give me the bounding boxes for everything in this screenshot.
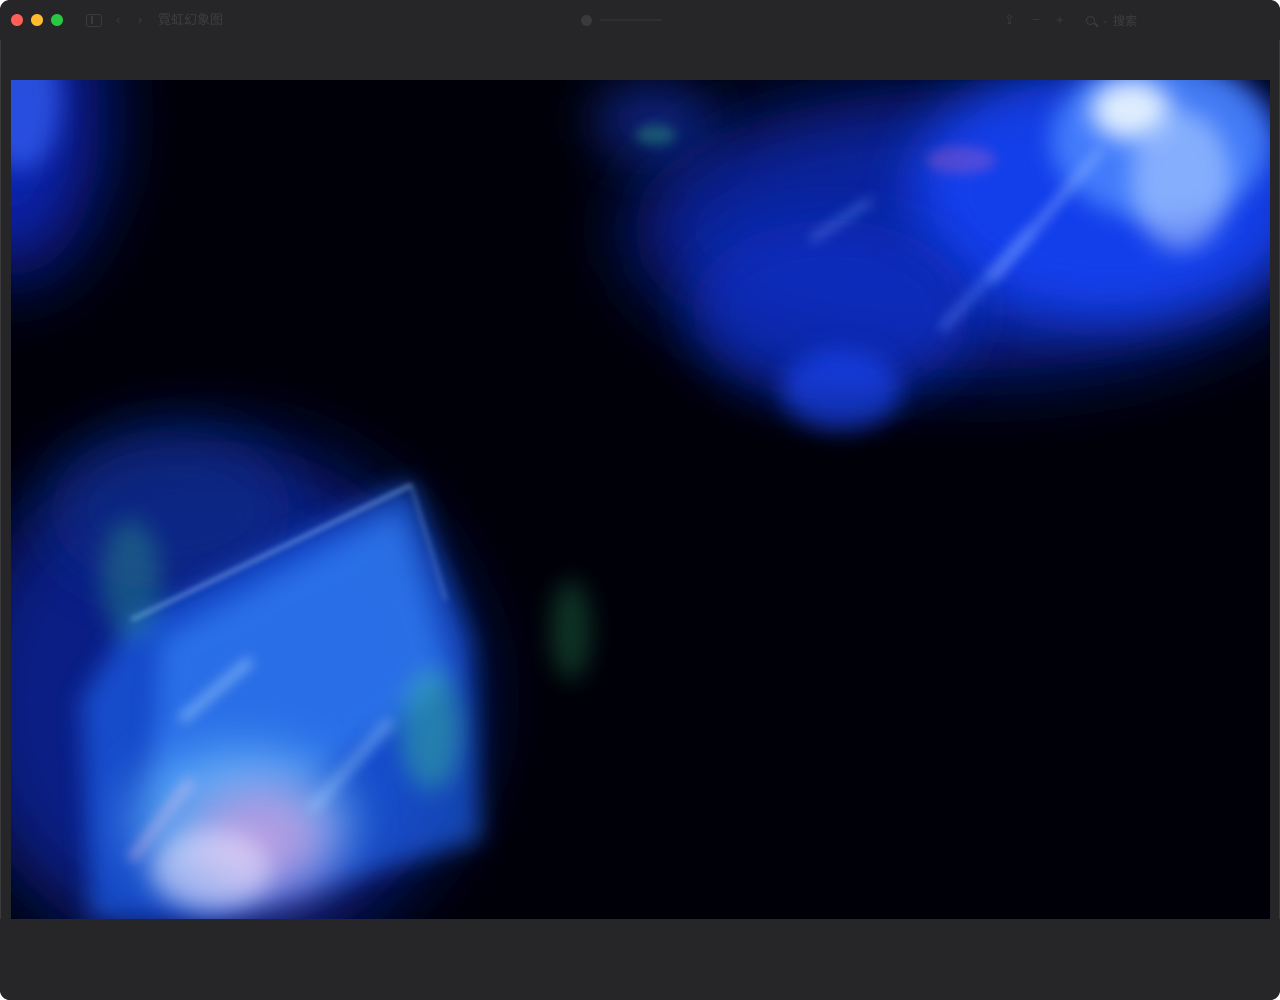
search-icon <box>1086 15 1095 25</box>
window-bottom-area <box>0 919 1280 1000</box>
search-label: 搜索 <box>1113 13 1138 28</box>
displayed-image <box>11 80 1270 919</box>
zoom-in-icon[interactable]: + <box>1056 12 1064 28</box>
record-dot-icon[interactable] <box>581 15 592 26</box>
close-window-button[interactable] <box>11 14 23 26</box>
preview-window: ‹ › 霓虹幻象图 ⇪ − + ⌄ 搜索 <box>0 0 1280 1000</box>
progress-track[interactable] <box>600 19 662 21</box>
chevron-left-icon[interactable]: ‹ <box>116 12 120 28</box>
share-icon[interactable]: ⇪ <box>1004 12 1015 28</box>
window-title: 霓虹幻象图 <box>158 12 224 27</box>
sidebar-icon[interactable] <box>86 14 102 27</box>
maximize-window-button[interactable] <box>51 14 63 26</box>
chevron-down-icon: ⌄ <box>1099 14 1110 25</box>
abstract-light-image <box>11 80 1270 919</box>
minimize-window-button[interactable] <box>31 14 43 26</box>
chevron-right-icon[interactable]: › <box>138 12 142 28</box>
search-field[interactable]: ⌄ 搜索 <box>1086 12 1137 28</box>
title-bar: ‹ › 霓虹幻象图 ⇪ − + ⌄ 搜索 <box>0 0 1280 40</box>
zoom-out-icon[interactable]: − <box>1032 12 1040 28</box>
